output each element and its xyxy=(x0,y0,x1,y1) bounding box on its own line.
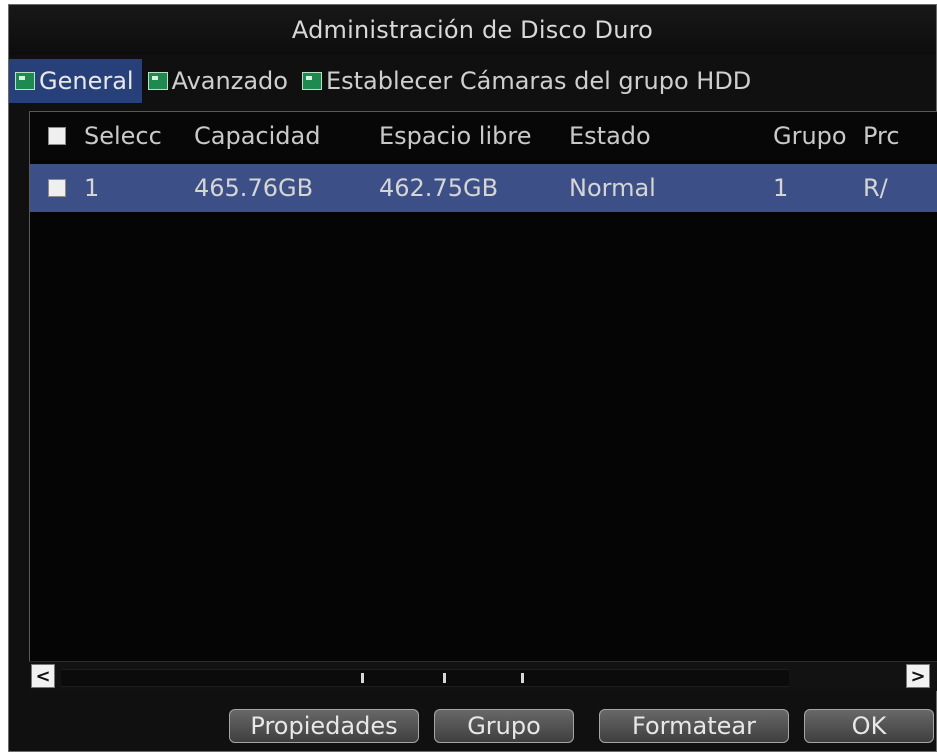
folder-icon xyxy=(301,72,322,90)
properties-button[interactable]: Propiedades xyxy=(229,709,419,743)
column-select-header: Selecc xyxy=(84,122,162,150)
table-header: Selecc Capacidad Espacio libre Estado Gr… xyxy=(30,112,937,160)
tab-advanced[interactable]: Avanzado xyxy=(142,59,296,103)
row-checkbox-cell xyxy=(30,179,84,197)
tab-hdd-cameras-label: Establecer Cámaras del grupo HDD xyxy=(325,67,752,95)
disk-management-dialog: Administración de Disco Duro General Ava… xyxy=(8,4,937,752)
horizontal-scrollbar[interactable]: < > xyxy=(29,661,937,691)
dialog-footer: Propiedades Grupo Formatear OK xyxy=(9,699,936,753)
row-status-value: Normal xyxy=(569,174,656,202)
tab-general-label: General xyxy=(39,67,134,95)
column-property-header: Prc xyxy=(863,122,900,150)
scrollbar-track[interactable] xyxy=(61,669,789,687)
ok-button[interactable]: OK xyxy=(804,709,934,743)
tab-general[interactable]: General xyxy=(9,59,142,103)
scroll-tick xyxy=(443,673,446,683)
row-capacity-value: 465.76GB xyxy=(194,174,314,202)
dialog-title: Administración de Disco Duro xyxy=(9,5,936,55)
column-capacity-header: Capacidad xyxy=(194,122,321,150)
column-status-header: Estado xyxy=(569,122,651,150)
scroll-right-button[interactable]: > xyxy=(906,664,930,688)
group-button[interactable]: Grupo xyxy=(434,709,574,743)
tab-hdd-cameras[interactable]: Establecer Cámaras del grupo HDD xyxy=(296,59,759,103)
disk-table: Selecc Capacidad Espacio libre Estado Gr… xyxy=(29,111,937,691)
row-select-value: 1 xyxy=(84,174,100,202)
table-row[interactable]: 1 465.76GB 462.75GB Normal 1 R/ xyxy=(30,164,937,212)
scroll-tick xyxy=(521,673,524,683)
tab-advanced-label: Avanzado xyxy=(171,67,288,95)
scroll-tick xyxy=(361,673,364,683)
format-button[interactable]: Formatear xyxy=(599,709,789,743)
column-group-header: Grupo xyxy=(773,122,847,150)
row-group-value: 1 xyxy=(773,174,789,202)
select-all-checkbox[interactable] xyxy=(48,127,66,145)
column-free-space-header: Espacio libre xyxy=(379,122,532,150)
row-property-value: R/ xyxy=(863,174,888,202)
row-checkbox[interactable] xyxy=(48,179,66,197)
row-free-space-value: 462.75GB xyxy=(379,174,499,202)
header-select-all-cell xyxy=(30,127,84,145)
scroll-left-button[interactable]: < xyxy=(31,664,55,688)
window-title: Administración de Disco Duro xyxy=(291,16,654,44)
folder-icon xyxy=(15,72,35,90)
tab-bar: General Avanzado Establecer Cámaras del … xyxy=(9,57,936,105)
folder-icon xyxy=(147,72,168,90)
